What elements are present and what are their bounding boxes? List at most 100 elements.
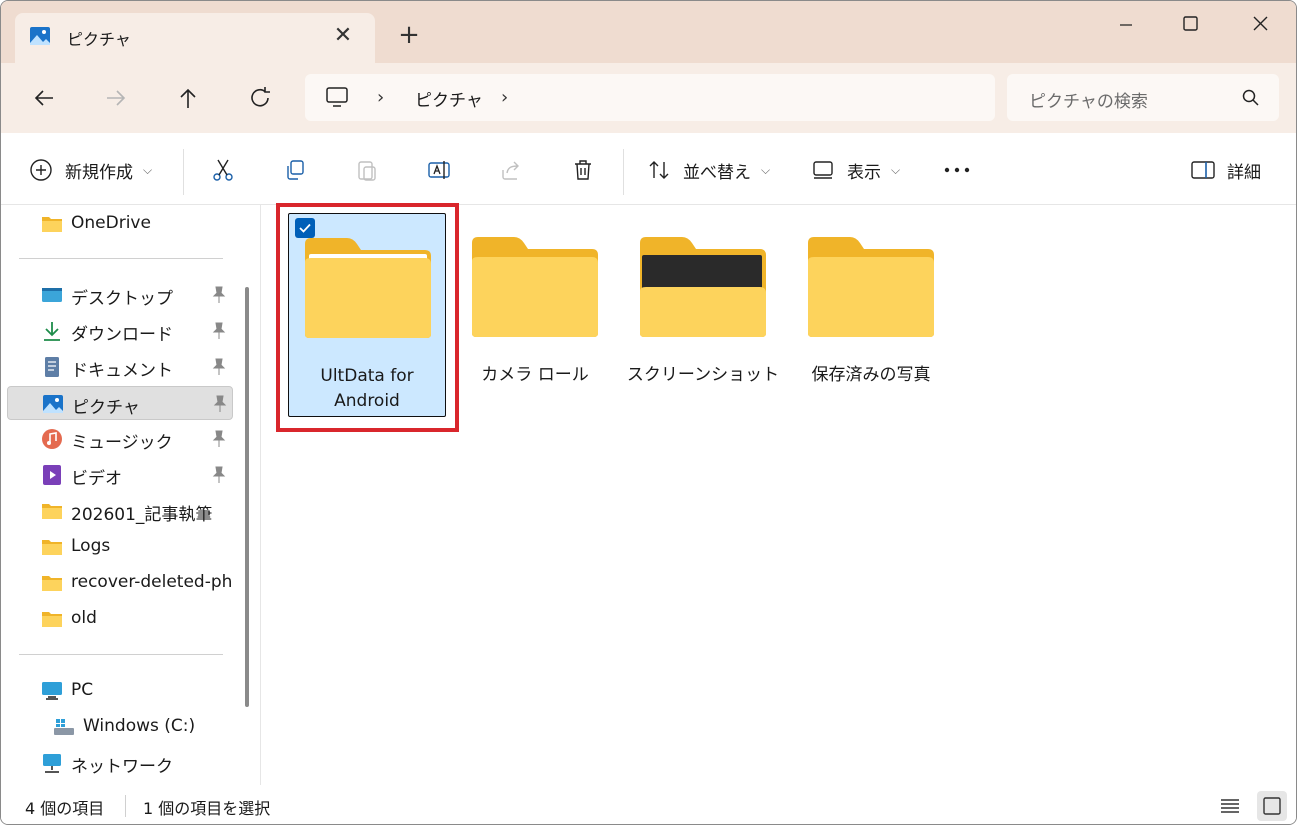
video-icon bbox=[43, 465, 61, 485]
maximize-icon[interactable] bbox=[1170, 9, 1210, 39]
details-pane-label: 詳細 bbox=[1227, 162, 1261, 183]
folder-icon bbox=[42, 504, 62, 519]
sidebar-item-network[interactable]: ネットワーク bbox=[7, 746, 233, 780]
tiles-view-icon bbox=[1263, 797, 1281, 815]
folder-icon bbox=[42, 576, 62, 591]
address-field[interactable]: › ピクチャ › bbox=[305, 74, 995, 121]
pin-icon[interactable] bbox=[211, 286, 227, 304]
new-tab-button[interactable]: + bbox=[395, 21, 423, 49]
search-input[interactable]: ピクチャの検索 bbox=[1007, 74, 1279, 121]
network-icon bbox=[43, 754, 61, 773]
folder-camera-roll[interactable]: カメラ ロール bbox=[456, 213, 614, 417]
command-bar: 新規作成 ⌵ 並べ替え ⌵ 表示 ⌵ 詳細 bbox=[1, 133, 1296, 205]
breadcrumb-pictures[interactable]: ピクチャ bbox=[415, 86, 483, 111]
new-button-label: 新規作成 bbox=[65, 162, 133, 183]
pc-icon bbox=[42, 682, 62, 700]
details-pane-button[interactable]: 詳細 bbox=[1191, 155, 1261, 185]
sidebar-item-downloads[interactable]: ダウンロード bbox=[7, 314, 233, 348]
sidebar-item-label: 202601_記事執筆 bbox=[71, 505, 213, 525]
sidebar-item-label: old bbox=[71, 608, 97, 628]
pin-icon[interactable] bbox=[211, 430, 227, 448]
status-bar: 4 個の項目 1 個の項目を選択 bbox=[1, 785, 1296, 824]
sort-icon bbox=[649, 161, 669, 179]
large-icons-view-button[interactable] bbox=[1257, 791, 1287, 821]
pin-icon[interactable] bbox=[211, 358, 227, 376]
more-icon bbox=[944, 167, 970, 173]
back-arrow-icon[interactable] bbox=[29, 83, 59, 113]
view-button-label: 表示 bbox=[847, 162, 881, 183]
sidebar-item-documents[interactable]: ドキュメント bbox=[7, 350, 233, 384]
close-window-icon[interactable] bbox=[1240, 9, 1280, 39]
view-icon bbox=[813, 161, 833, 179]
copy-button[interactable] bbox=[283, 155, 307, 185]
sort-button[interactable]: 並べ替え ⌵ bbox=[647, 155, 770, 185]
delete-button[interactable] bbox=[571, 155, 595, 185]
breadcrumb-chevron-icon[interactable]: › bbox=[501, 87, 508, 108]
view-button[interactable]: 表示 ⌵ bbox=[811, 155, 900, 185]
sidebar-item-music[interactable]: ミュージック bbox=[7, 422, 233, 456]
new-button[interactable]: 新規作成 ⌵ bbox=[29, 155, 152, 185]
pin-icon[interactable] bbox=[212, 395, 228, 413]
sidebar-item-label: デスクトップ bbox=[71, 289, 173, 309]
pin-icon[interactable] bbox=[211, 466, 227, 484]
navigation-pane: OneDrive デスクトップ ダウンロード ドキュメント ピクチャ ミュージッ… bbox=[1, 205, 261, 785]
search-icon bbox=[1242, 89, 1259, 106]
rename-button[interactable] bbox=[427, 155, 451, 185]
rename-icon bbox=[428, 161, 450, 179]
sidebar-item-label: PC bbox=[71, 680, 94, 700]
sidebar-item-pictures[interactable]: ピクチャ bbox=[7, 386, 233, 420]
folder-screenshot-icon bbox=[640, 237, 766, 337]
music-icon bbox=[42, 429, 62, 449]
chevron-down-icon: ⌵ bbox=[891, 162, 901, 177]
folder-screenshots[interactable]: スクリーンショット bbox=[624, 213, 782, 417]
sidebar-item-drive-c[interactable]: Windows (C:) bbox=[19, 710, 245, 744]
document-icon bbox=[45, 357, 59, 377]
divider bbox=[19, 258, 223, 259]
copy-icon bbox=[287, 160, 304, 180]
search-placeholder: ピクチャの検索 bbox=[1029, 92, 1148, 112]
sidebar-item-old[interactable]: old bbox=[7, 602, 233, 636]
sidebar-item-recover[interactable]: recover-deleted-pho bbox=[7, 566, 233, 600]
share-button[interactable] bbox=[499, 155, 523, 185]
divider bbox=[19, 654, 223, 655]
address-bar: › ピクチャ › ピクチャの検索 bbox=[1, 63, 1296, 133]
sidebar-item-folder-202601[interactable]: 202601_記事執筆 bbox=[7, 494, 233, 528]
folder-name: スクリーンショット bbox=[626, 365, 780, 385]
up-arrow-icon[interactable] bbox=[173, 83, 203, 113]
separator bbox=[623, 149, 624, 195]
sidebar-item-desktop[interactable]: デスクトップ bbox=[7, 278, 233, 312]
folder-icon bbox=[808, 237, 934, 337]
chevron-down-icon: ⌵ bbox=[143, 162, 153, 177]
cut-icon bbox=[213, 159, 233, 181]
folder-name: 保存済みの写真 bbox=[811, 365, 931, 385]
sidebar-item-label: ネットワーク bbox=[71, 757, 173, 777]
breadcrumb-chevron-icon[interactable]: › bbox=[377, 87, 384, 108]
minimize-icon[interactable] bbox=[1106, 9, 1146, 39]
tab-pictures[interactable]: ピクチャ ✕ bbox=[15, 13, 375, 63]
annotation-highlight-box bbox=[276, 203, 459, 432]
cut-button[interactable] bbox=[211, 155, 235, 185]
refresh-icon[interactable] bbox=[245, 83, 275, 113]
sidebar-item-videos[interactable]: ビデオ bbox=[7, 458, 233, 492]
sidebar-scrollbar[interactable] bbox=[245, 287, 249, 707]
tab-title: ピクチャ bbox=[67, 30, 131, 49]
sidebar-item-label: Logs bbox=[71, 536, 111, 556]
details-view-icon[interactable] bbox=[1217, 793, 1243, 819]
folder-icon bbox=[42, 540, 62, 555]
separator bbox=[125, 795, 126, 817]
drive-icon bbox=[54, 719, 74, 735]
sidebar-item-logs[interactable]: Logs bbox=[7, 530, 233, 564]
tab-close-icon[interactable]: ✕ bbox=[331, 24, 355, 48]
chevron-down-icon: ⌵ bbox=[761, 162, 771, 177]
paste-button[interactable] bbox=[355, 155, 379, 185]
sidebar-item-onedrive[interactable]: OneDrive bbox=[7, 207, 233, 241]
separator bbox=[183, 149, 184, 195]
forward-arrow-icon[interactable] bbox=[101, 83, 131, 113]
title-bar: ピクチャ ✕ + bbox=[1, 1, 1296, 63]
sidebar-item-label: ミュージック bbox=[71, 433, 173, 453]
folder-saved-pictures[interactable]: 保存済みの写真 bbox=[792, 213, 950, 417]
more-options-button[interactable] bbox=[943, 155, 971, 185]
pin-icon[interactable] bbox=[211, 322, 227, 340]
download-icon bbox=[44, 322, 60, 341]
sidebar-item-pc[interactable]: PC bbox=[7, 674, 233, 708]
